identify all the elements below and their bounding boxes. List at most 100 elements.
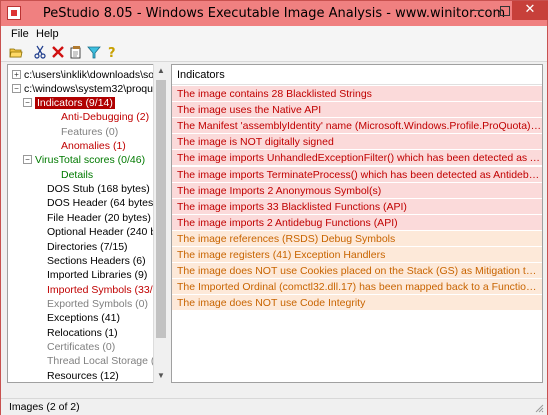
node-icon xyxy=(36,285,45,295)
node-icon xyxy=(36,213,45,223)
tree-item-label: Directories (7/15) xyxy=(47,240,128,253)
toolbar: ? xyxy=(1,44,547,62)
tree-item[interactable]: Exceptions (41) xyxy=(36,311,120,325)
tree-item-label: Sections Headers (6) xyxy=(47,254,146,267)
node-icon xyxy=(36,342,45,352)
tree-item-label: Indicators (9/14) xyxy=(35,97,115,109)
status-text: Images (2 of 2) xyxy=(9,401,80,413)
node-icon xyxy=(50,141,59,151)
indicator-row[interactable]: The Manifest 'assemblyIdentity' name (Mi… xyxy=(172,118,542,135)
collapse-icon[interactable]: − xyxy=(12,84,21,93)
scroll-thumb[interactable] xyxy=(156,80,166,338)
node-icon xyxy=(50,112,59,122)
tree-item-label: DOS Stub (168 bytes) xyxy=(47,183,150,196)
scroll-up-arrow-icon[interactable]: ▲ xyxy=(154,64,168,78)
indicator-row[interactable]: The image imports 33 Blacklisted Functio… xyxy=(172,198,542,215)
tree-item-label: Thread Local Storage (n/a) xyxy=(47,355,167,368)
node-icon xyxy=(36,270,45,280)
tree-item[interactable]: Sections Headers (6) xyxy=(36,254,146,268)
minimize-button[interactable]: — xyxy=(466,1,492,20)
resize-grip-icon[interactable] xyxy=(534,403,544,413)
tree-item[interactable]: Certificates (0) xyxy=(36,340,115,354)
indicator-row[interactable]: The image imports UnhandledExceptionFilt… xyxy=(172,150,542,167)
tree-item[interactable]: DOS Header (64 bytes) xyxy=(36,196,157,210)
tree-item-label: Certificates (0) xyxy=(47,340,116,353)
app-window: PeStudio 8.05 - Windows Executable Image… xyxy=(0,0,548,415)
indicator-row[interactable]: The image Imports 2 Anonymous Symbol(s) xyxy=(172,182,542,199)
copy-icon[interactable] xyxy=(69,45,83,60)
indicator-row[interactable]: The image registers (41) Exception Handl… xyxy=(172,247,542,263)
tree-item-label: Anti-Debugging (2) xyxy=(61,111,150,124)
tree-item-label: Imported Libraries (9) xyxy=(47,269,148,282)
tree-item[interactable]: Details xyxy=(50,168,93,182)
tree-item-label: Details xyxy=(61,168,94,181)
help-icon[interactable]: ? xyxy=(105,45,119,60)
indicator-row[interactable]: The image references (RSDS) Debug Symbol… xyxy=(172,230,542,247)
tree-item[interactable]: Relocations (1) xyxy=(36,326,118,340)
indicators-list[interactable]: Indicators The image contains 28 Blackli… xyxy=(171,64,543,383)
tree-item[interactable]: Imported Symbols (33/115 xyxy=(36,283,166,297)
menu-file[interactable]: File xyxy=(11,28,29,40)
collapse-icon[interactable]: − xyxy=(23,98,32,107)
title-bar[interactable]: PeStudio 8.05 - Windows Executable Image… xyxy=(1,1,548,26)
tree-item[interactable]: File Header (20 bytes) xyxy=(36,211,151,225)
cut-icon[interactable] xyxy=(33,45,47,60)
indicator-row[interactable]: The image is NOT digitally signed xyxy=(172,134,542,151)
indicator-row[interactable]: The image imports TerminateProcess() whi… xyxy=(172,166,542,183)
tree-item[interactable]: Anti-Debugging (2) xyxy=(50,110,149,124)
tree-item[interactable]: Resources (12) xyxy=(36,369,119,382)
indicator-row[interactable]: The image imports 2 Antidebug Functions … xyxy=(172,214,542,231)
funnel-icon[interactable] xyxy=(87,45,101,60)
tree-scrollbar[interactable]: ▲ ▼ xyxy=(153,64,167,383)
node-icon xyxy=(36,371,45,381)
tree-root-system32[interactable]: − c:\windows\system32\proquo xyxy=(12,82,159,96)
tree-item[interactable]: Directories (7/15) xyxy=(36,240,128,254)
collapse-icon[interactable]: − xyxy=(23,155,32,165)
tree-root-downloads[interactable]: + c:\users\inklik\downloads\sor xyxy=(12,68,158,82)
tree-view[interactable]: + c:\users\inklik\downloads\sor − c:\windo… xyxy=(7,64,167,383)
indicator-row[interactable]: The image does NOT use Cookies placed on… xyxy=(172,263,542,280)
indicator-row[interactable]: The Imported Ordinal (comctl32.dll.17) h… xyxy=(172,279,542,296)
tree-root-label: c:\windows\system32\proquo xyxy=(24,83,159,95)
indicator-row[interactable]: The image uses the Native API xyxy=(172,102,542,119)
tree-item[interactable]: Imported Libraries (9) xyxy=(36,268,147,282)
tree-item-label: VirusTotal scores (0/46) xyxy=(35,154,146,167)
tree-item[interactable]: − VirusTotal scores (0/46) xyxy=(23,153,146,167)
close-button[interactable]: ✕ xyxy=(512,1,548,20)
scroll-down-arrow-icon[interactable]: ▼ xyxy=(154,369,168,383)
tree-item[interactable]: Exported Symbols (0) xyxy=(36,297,148,311)
tree-item-label: Optional Header (240 byte xyxy=(47,226,167,239)
svg-text:?: ? xyxy=(108,46,116,59)
tree-item[interactable]: Anomalies (1) xyxy=(50,139,126,153)
node-icon xyxy=(36,356,45,366)
tree-item-label: Exceptions (41) xyxy=(47,312,120,325)
status-bar: Images (2 of 2) xyxy=(1,398,547,415)
tree-item-label: Relocations (1) xyxy=(47,326,118,339)
node-icon xyxy=(36,328,45,338)
node-icon xyxy=(50,170,59,180)
tree-item-label: Features (0) xyxy=(61,125,119,138)
tree-item[interactable]: DOS Stub (168 bytes) xyxy=(36,182,150,196)
node-icon xyxy=(36,227,45,237)
node-icon xyxy=(36,198,45,208)
indicators-column-header[interactable]: Indicators xyxy=(172,65,542,85)
node-icon xyxy=(50,127,59,137)
tree-item[interactable]: Thread Local Storage (n/a) xyxy=(36,354,167,368)
open-folder-icon[interactable] xyxy=(9,45,23,60)
tree-item[interactable]: Optional Header (240 byte xyxy=(36,225,167,239)
tree-root-label: c:\users\inklik\downloads\sor xyxy=(24,69,158,81)
tree-item[interactable]: Features (0) xyxy=(50,125,118,139)
tree-item-label: Resources (12) xyxy=(47,369,119,382)
menu-bar: File Help xyxy=(1,26,547,44)
node-icon xyxy=(36,184,45,194)
tree-item-label: Exported Symbols (0) xyxy=(47,297,148,310)
menu-help[interactable]: Help xyxy=(36,28,59,40)
indicator-row[interactable]: The image contains 28 Blacklisted String… xyxy=(172,86,542,102)
delete-icon[interactable] xyxy=(51,45,65,60)
expand-icon[interactable]: + xyxy=(12,70,21,79)
tree-item-label: Anomalies (1) xyxy=(61,140,126,153)
indicator-row[interactable]: The image does NOT use Code Integrity xyxy=(172,295,542,312)
node-icon xyxy=(36,313,45,323)
tree-item[interactable]: − Indicators (9/14) xyxy=(23,96,115,110)
tree-item-label: File Header (20 bytes) xyxy=(47,211,151,224)
